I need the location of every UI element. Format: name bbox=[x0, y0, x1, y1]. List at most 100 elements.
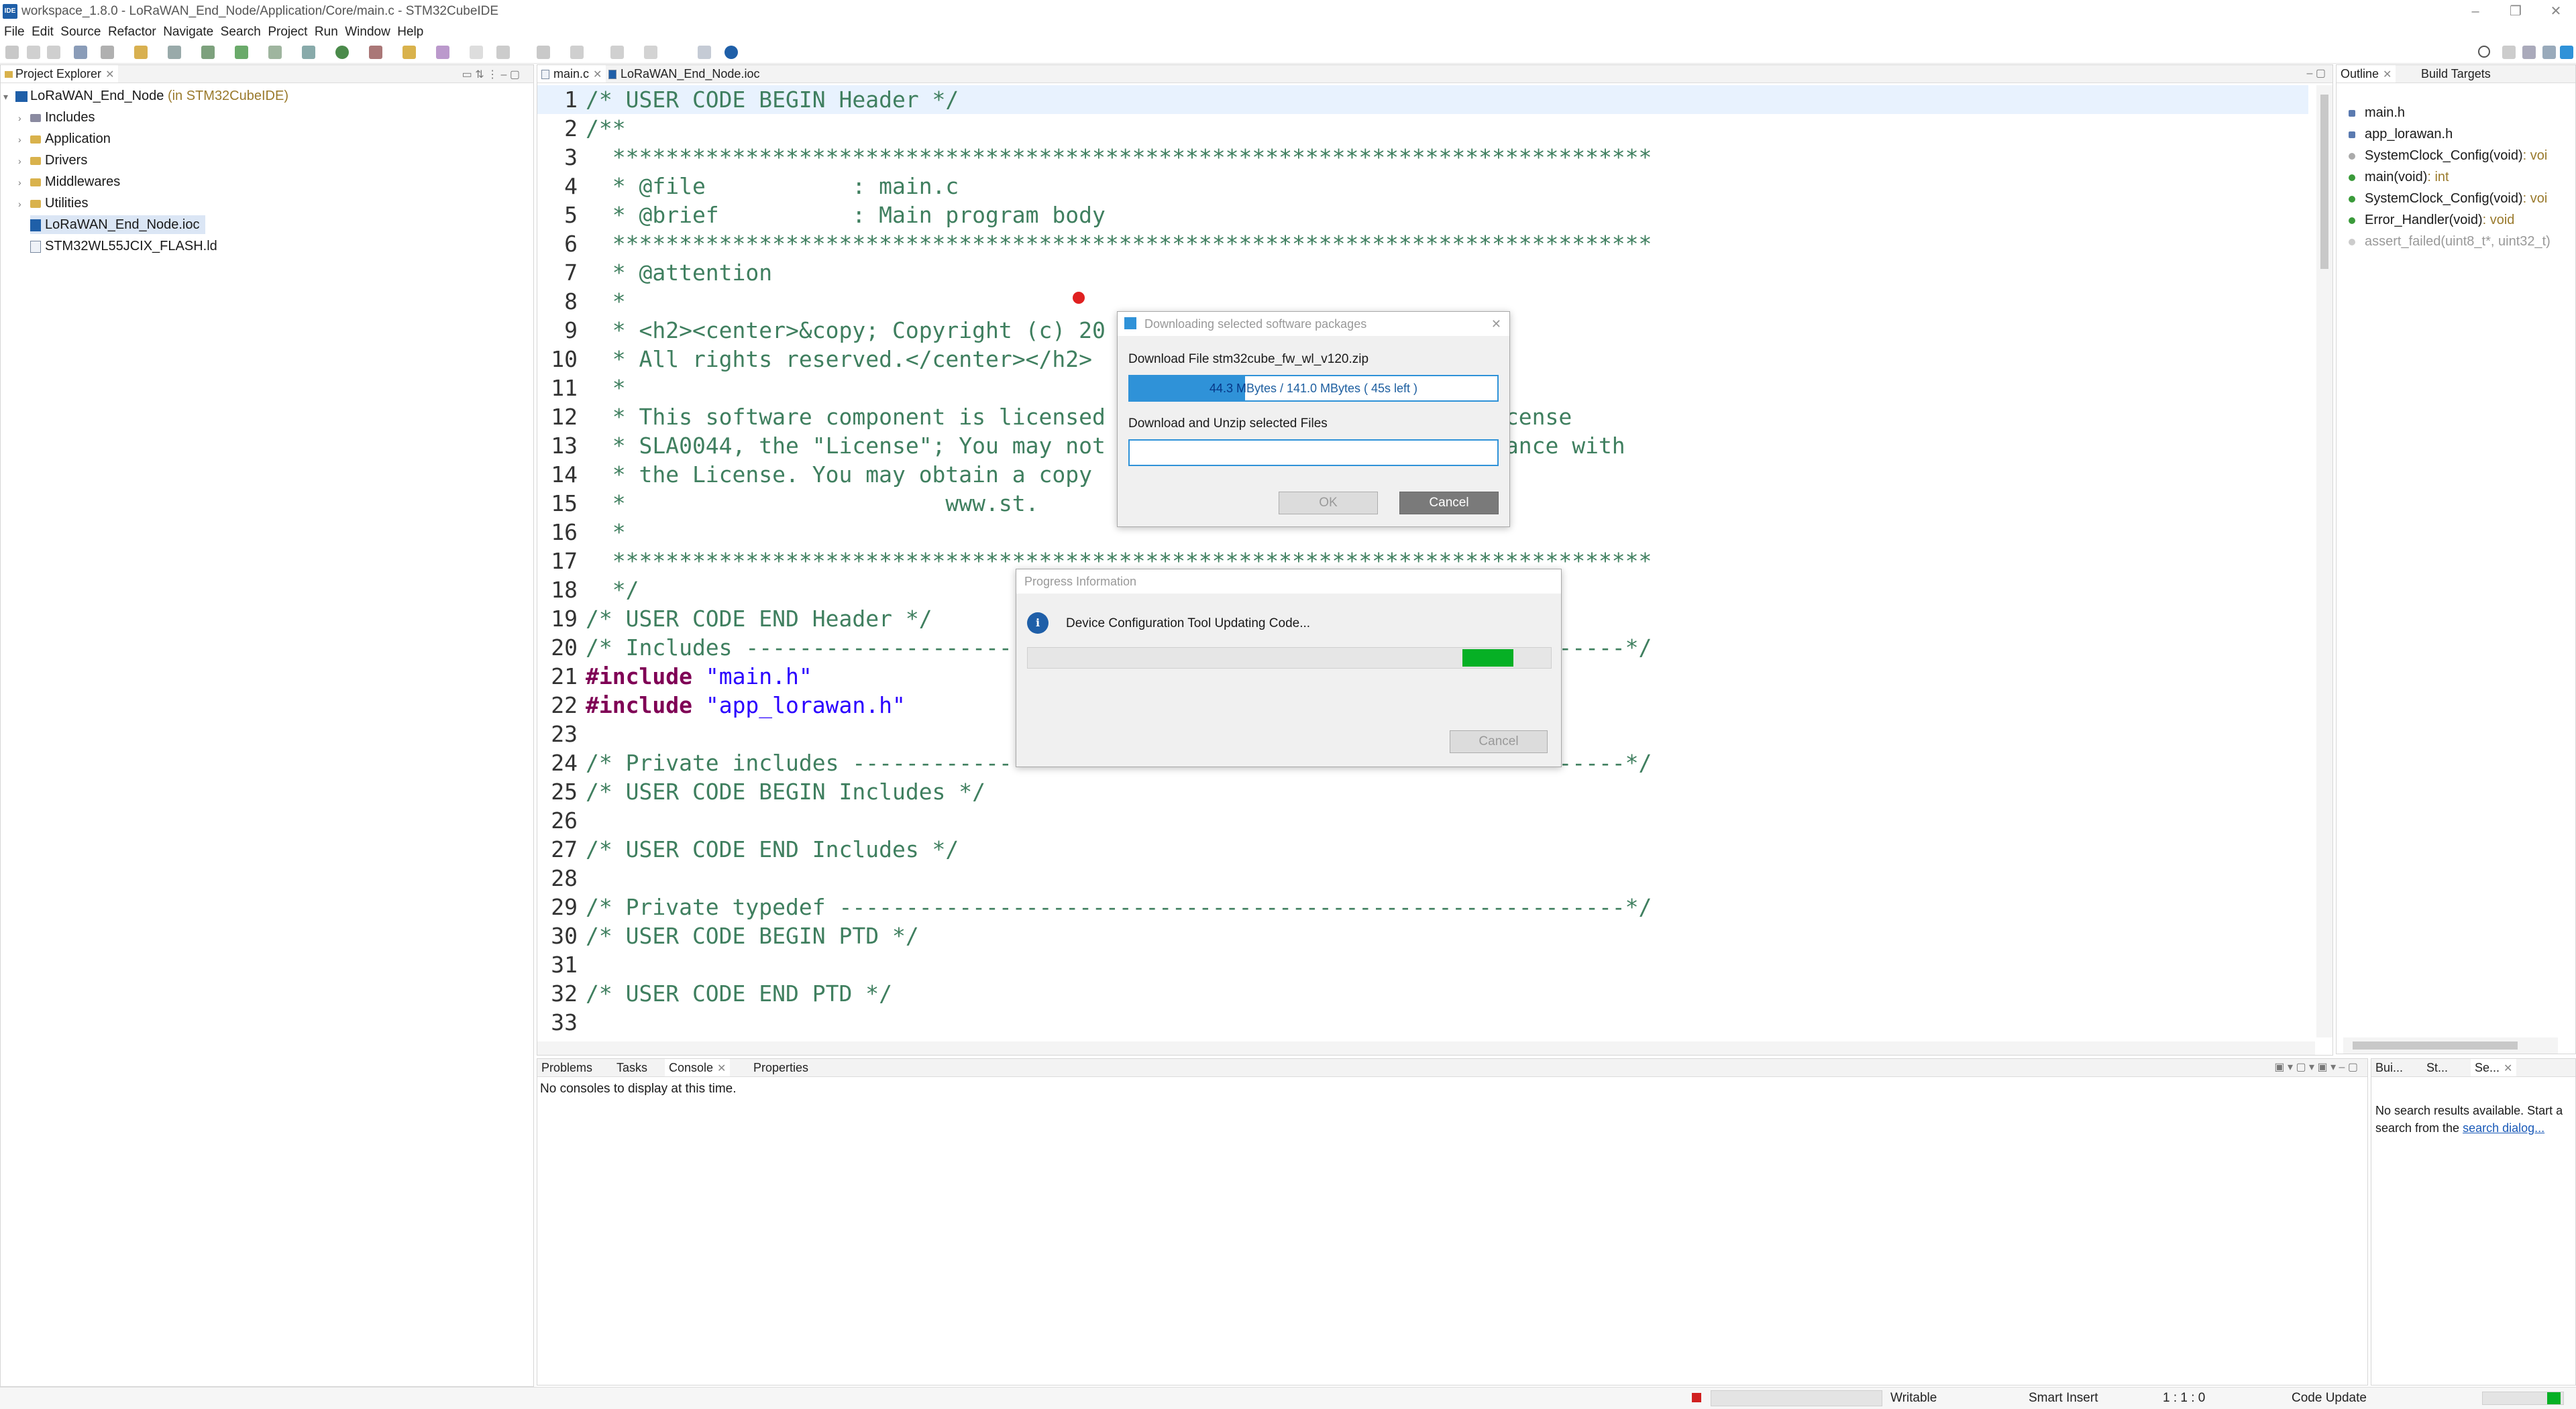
outline-item[interactable]: assert_failed(uint8_t*, uint32_t) bbox=[2349, 231, 2551, 251]
close-icon[interactable]: ✕ bbox=[717, 1063, 726, 1074]
tab-properties[interactable]: Properties bbox=[749, 1059, 812, 1076]
horizontal-scrollbar[interactable] bbox=[2343, 1037, 2558, 1054]
menu-help[interactable]: Help bbox=[397, 23, 423, 42]
tab-tasks[interactable]: Tasks bbox=[612, 1059, 651, 1076]
view-menu-icon[interactable]: ▭ ⇅ ⋮ – ▢ bbox=[462, 68, 520, 81]
cpp-perspective-icon[interactable] bbox=[2522, 46, 2536, 59]
debug-icon[interactable] bbox=[201, 46, 215, 59]
horizontal-scrollbar[interactable] bbox=[537, 1041, 2315, 1055]
project-explorer-tabbar: Project Explorer ✕ ▭ ⇅ ⋮ – ▢ bbox=[1, 65, 533, 83]
outline-item[interactable]: SystemClock_Config(void): voi bbox=[2349, 188, 2547, 209]
close-icon[interactable]: ✕ bbox=[105, 69, 114, 80]
minimize-button[interactable]: – bbox=[2455, 0, 2496, 23]
debug-perspective-icon[interactable] bbox=[2542, 46, 2556, 59]
tab-static-stack[interactable]: St... bbox=[2422, 1059, 2452, 1076]
progress-message: Device Configuration Tool Updating Code.… bbox=[1066, 616, 1311, 630]
menu-project[interactable]: Project bbox=[268, 23, 307, 42]
prev-annotation-icon[interactable] bbox=[570, 46, 584, 59]
menu-window[interactable]: Window bbox=[345, 23, 390, 42]
new-icon[interactable] bbox=[5, 46, 19, 59]
play-icon[interactable] bbox=[335, 46, 349, 59]
menu-run[interactable]: Run bbox=[315, 23, 338, 42]
chevron-down-icon[interactable]: ▾ bbox=[3, 87, 15, 106]
outline-item[interactable]: main.h bbox=[2349, 103, 2405, 123]
console-tabbar: Problems Tasks Console ✕ Properties ▣ ▾ ▢… bbox=[537, 1059, 2367, 1077]
maximize-button[interactable]: ❐ bbox=[2496, 0, 2536, 23]
tree-item-ioc[interactable]: LoRaWAN_End_Node.ioc bbox=[30, 215, 205, 234]
tab-problems[interactable]: Problems bbox=[537, 1059, 596, 1076]
pen-icon[interactable] bbox=[436, 46, 449, 59]
scrollbar-thumb[interactable] bbox=[2353, 1041, 2518, 1050]
outline-item[interactable]: main(void): int bbox=[2349, 167, 2449, 187]
external-tools-icon[interactable] bbox=[369, 46, 382, 59]
preprocessor-keyword: #include bbox=[586, 663, 692, 689]
chevron-right-icon[interactable]: › bbox=[18, 109, 30, 127]
next-annotation-icon[interactable] bbox=[537, 46, 550, 59]
outline-item[interactable]: SystemClock_Config(void): voi bbox=[2349, 146, 2547, 166]
tree-item-includes[interactable]: › Includes bbox=[18, 108, 95, 127]
console-toolbar-icon[interactable]: ▣ ▾ ▢ ▾ ▣ ▾ – ▢ bbox=[2274, 1060, 2358, 1074]
search-dialog-link[interactable]: search dialog... bbox=[2463, 1121, 2544, 1135]
tab-console[interactable]: Console ✕ bbox=[665, 1059, 731, 1076]
chevron-right-icon[interactable]: › bbox=[18, 130, 30, 149]
chevron-right-icon[interactable]: › bbox=[18, 152, 30, 170]
close-icon[interactable]: ✕ bbox=[593, 69, 602, 80]
tree-item-middlewares[interactable]: › Middlewares bbox=[18, 172, 120, 192]
back-icon[interactable] bbox=[610, 46, 624, 59]
tab-search[interactable]: Se... ✕ bbox=[2471, 1059, 2517, 1076]
tab-project-explorer[interactable]: Project Explorer ✕ bbox=[1, 65, 119, 82]
tree-item-utilities[interactable]: › Utilities bbox=[18, 194, 88, 213]
menu-source[interactable]: Source bbox=[60, 23, 101, 42]
hammer-icon[interactable] bbox=[101, 46, 114, 59]
close-icon[interactable]: ✕ bbox=[2383, 69, 2392, 80]
tab-build-analyzer[interactable]: Bui... bbox=[2371, 1059, 2407, 1076]
save-all-icon[interactable] bbox=[47, 46, 60, 59]
tab-outline[interactable]: Outline ✕ bbox=[2337, 65, 2396, 82]
menu-edit[interactable]: Edit bbox=[32, 23, 54, 42]
search-icon[interactable] bbox=[2478, 46, 2490, 58]
coverage-icon[interactable] bbox=[268, 46, 282, 59]
code-line: 32 /* USER CODE END PTD */ bbox=[537, 979, 892, 1008]
open-folder-icon[interactable] bbox=[402, 46, 416, 59]
menu-navigate[interactable]: Navigate bbox=[163, 23, 213, 42]
tree-item-application[interactable]: › Application bbox=[18, 129, 111, 149]
save-icon[interactable] bbox=[27, 46, 40, 59]
close-icon[interactable]: ✕ bbox=[2504, 1063, 2512, 1074]
scrollbar-thumb[interactable] bbox=[2320, 95, 2328, 269]
run-icon[interactable] bbox=[235, 46, 248, 59]
vertical-scrollbar[interactable] bbox=[2316, 85, 2332, 1037]
build-icon[interactable] bbox=[74, 46, 87, 59]
ok-button[interactable]: OK bbox=[1279, 492, 1378, 514]
tab-build-targets[interactable]: Build Targets bbox=[2417, 65, 2495, 82]
close-window-button[interactable]: ✕ bbox=[2536, 0, 2576, 23]
paragraph-icon[interactable] bbox=[496, 46, 510, 59]
device-config-perspective-icon[interactable] bbox=[2560, 46, 2573, 59]
perspective-icon[interactable] bbox=[2502, 46, 2516, 59]
editor-minmax-icon[interactable]: – ▢ bbox=[2307, 66, 2326, 80]
toggle-mark-icon[interactable] bbox=[470, 46, 483, 59]
tab-main-c[interactable]: main.c ✕ bbox=[537, 65, 606, 82]
chevron-right-icon[interactable]: › bbox=[18, 194, 30, 213]
tree-root[interactable]: ▾ LoRaWAN_End_Node (in STM32CubeIDE) bbox=[3, 87, 288, 106]
forward-icon[interactable] bbox=[644, 46, 657, 59]
menu-search[interactable]: Search bbox=[221, 23, 261, 42]
close-icon[interactable]: ✕ bbox=[1491, 312, 1501, 336]
cancel-button[interactable]: Cancel bbox=[1450, 730, 1548, 753]
line-number: 11 bbox=[551, 375, 578, 401]
settings-icon[interactable] bbox=[134, 46, 148, 59]
info-icon[interactable] bbox=[724, 46, 738, 59]
device-icon[interactable] bbox=[168, 46, 181, 59]
outline-item[interactable]: app_lorawan.h bbox=[2349, 124, 2453, 144]
menu-file[interactable]: File bbox=[4, 23, 25, 42]
tab-ioc[interactable]: LoRaWAN_End_Node.ioc bbox=[604, 65, 763, 82]
header-file-icon bbox=[2349, 131, 2355, 138]
cancel-button[interactable]: Cancel bbox=[1399, 492, 1499, 514]
menu-refactor[interactable]: Refactor bbox=[108, 23, 156, 42]
open-perspective-icon[interactable] bbox=[698, 46, 711, 59]
stop-icon[interactable] bbox=[1692, 1393, 1701, 1402]
tree-item-drivers[interactable]: › Drivers bbox=[18, 151, 87, 170]
tree-item-ld[interactable]: STM32WL55JCIX_FLASH.ld bbox=[30, 237, 217, 256]
profile-icon[interactable] bbox=[302, 46, 315, 59]
chevron-right-icon[interactable]: › bbox=[18, 173, 30, 192]
outline-item[interactable]: Error_Handler(void): void bbox=[2349, 210, 2514, 230]
